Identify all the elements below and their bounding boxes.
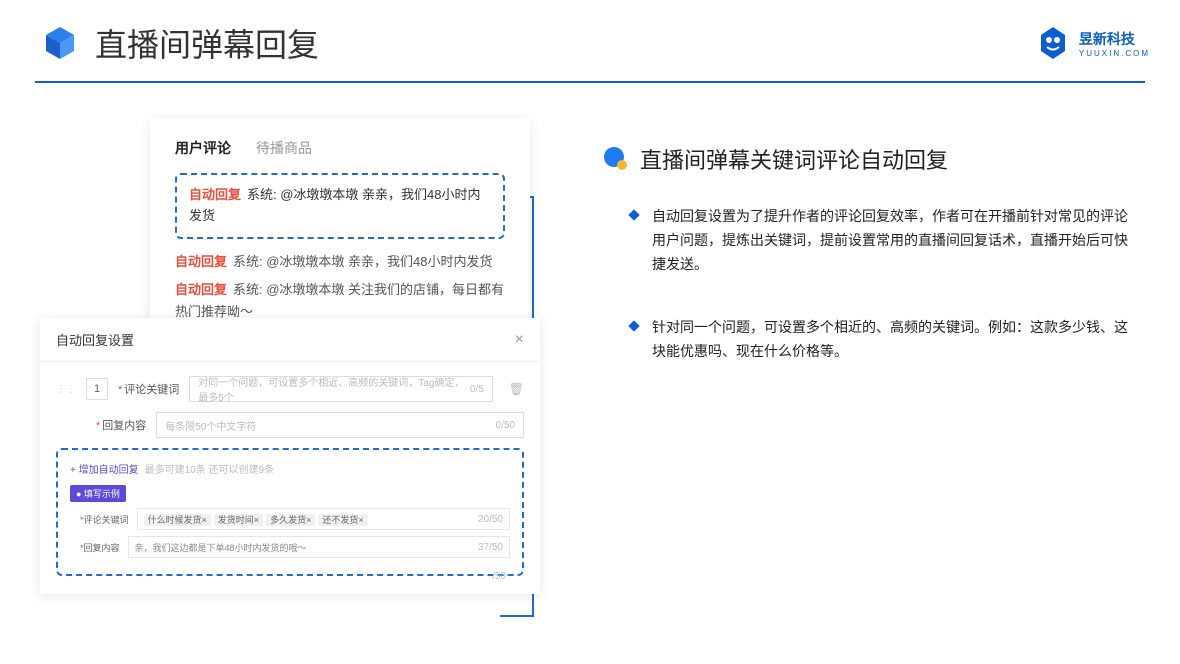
logo-cn: 昱新科技 bbox=[1079, 29, 1150, 49]
cube-icon bbox=[40, 23, 80, 63]
example-content-label: *回复内容 bbox=[80, 541, 120, 554]
char-count: 37/50 bbox=[478, 542, 503, 553]
diamond-icon bbox=[628, 209, 639, 220]
add-auto-reply-link[interactable]: + 增加自动回复 bbox=[70, 461, 139, 476]
add-tip: 最多可建10条 还可以创建9条 bbox=[145, 465, 274, 476]
placeholder-text: 每条限50个中文字符 bbox=[165, 418, 256, 433]
bullet-text: 针对同一个问题，可设置多个相近的、高频的关键词。例如：这款多少钱、这块能优惠吗、… bbox=[652, 316, 1140, 364]
tab-user-comments[interactable]: 用户评论 bbox=[175, 138, 231, 158]
tab-pending-goods[interactable]: 待播商品 bbox=[256, 138, 312, 158]
example-keyword-input[interactable]: 什么时候发货×发货时间×多久发货×还不发货× 20/50 bbox=[137, 508, 510, 530]
comments-panel: 用户评论 待播商品 自动回复系统: @冰墩墩本墩 亲亲，我们48小时内发货 自动… bbox=[150, 118, 530, 349]
example-box: + 增加自动回复最多可建10条 还可以创建9条 ● 填写示例 *评论关键词 什么… bbox=[56, 448, 524, 576]
char-count: 0/5 bbox=[470, 384, 484, 395]
bullet-text: 自动回复设置为了提升作者的评论回复效率，作者可在开播前针对常见的评论用户问题，提… bbox=[652, 205, 1140, 276]
content-label: *回复内容 bbox=[96, 417, 146, 433]
feature-title: 直播间弹幕关键词评论自动回复 bbox=[640, 143, 948, 175]
close-icon[interactable]: × bbox=[515, 331, 524, 349]
example-badge: ● 填写示例 bbox=[70, 485, 126, 502]
index-box: 1 bbox=[86, 378, 108, 400]
page-title: 直播间弹幕回复 bbox=[95, 20, 319, 66]
example-tag: 还不发货× bbox=[318, 514, 367, 526]
comment-text: 系统: @冰墩墩本墩 亲亲，我们48小时内发货 bbox=[233, 254, 493, 269]
logo-en: YUUXIN.COM bbox=[1079, 49, 1150, 58]
auto-reply-badge: 自动回复 bbox=[189, 187, 241, 202]
connector-line bbox=[500, 615, 534, 617]
trash-icon[interactable]: 🗑 bbox=[509, 382, 524, 396]
example-tag: 什么时候发货× bbox=[144, 514, 211, 526]
content-input[interactable]: 每条限50个中文字符 0/50 bbox=[156, 412, 524, 438]
example-content-value: 亲，我们这边都是下单48小时内发货的哦～ bbox=[135, 541, 307, 554]
auto-reply-settings-modal: 自动回复设置 × ⋮⋮ 1 *评论关键词 对同一个问题，可设置多个相近、高频的关… bbox=[40, 318, 540, 594]
diamond-icon bbox=[628, 321, 639, 332]
keyword-input[interactable]: 对同一个问题，可设置多个相近、高频的关键词，Tag确定，最多5个 0/5 bbox=[189, 376, 492, 402]
keyword-label: *评论关键词 bbox=[118, 381, 179, 397]
comment-item: 自动回复系统: @冰墩墩本墩 关注我们的店铺，每日都有热门推荐呦～ bbox=[175, 279, 505, 323]
chat-bubble-icon bbox=[600, 145, 628, 173]
drag-handle-icon[interactable]: ⋮⋮ bbox=[56, 384, 76, 395]
brand-logo: 昱新科技 YUUXIN.COM bbox=[1035, 25, 1150, 61]
bullet-item: 针对同一个问题，可设置多个相近的、高频的关键词。例如：这款多少钱、这块能优惠吗、… bbox=[600, 316, 1140, 364]
modal-title: 自动回复设置 bbox=[56, 330, 134, 349]
example-content-input[interactable]: 亲，我们这边都是下单48小时内发货的哦～ 37/50 bbox=[128, 536, 510, 558]
char-count: 20/50 bbox=[478, 514, 503, 525]
example-tags: 什么时候发货×发货时间×多久发货×还不发货× bbox=[144, 513, 371, 526]
stray-count: /50 bbox=[492, 571, 506, 582]
example-keyword-label: *评论关键词 bbox=[80, 513, 129, 526]
highlighted-comment: 自动回复系统: @冰墩墩本墩 亲亲，我们48小时内发货 bbox=[175, 173, 505, 239]
char-count: 0/50 bbox=[496, 420, 515, 431]
auto-reply-badge: 自动回复 bbox=[175, 254, 227, 269]
comment-item: 自动回复系统: @冰墩墩本墩 亲亲，我们48小时内发货 bbox=[175, 251, 505, 273]
placeholder-text: 对同一个问题，可设置多个相近、高频的关键词，Tag确定，最多5个 bbox=[198, 374, 470, 404]
example-tag: 多久发货× bbox=[266, 514, 315, 526]
auto-reply-badge: 自动回复 bbox=[175, 282, 227, 297]
bullet-item: 自动回复设置为了提升作者的评论回复效率，作者可在开播前针对常见的评论用户问题，提… bbox=[600, 205, 1140, 276]
example-tag: 发货时间× bbox=[214, 514, 263, 526]
